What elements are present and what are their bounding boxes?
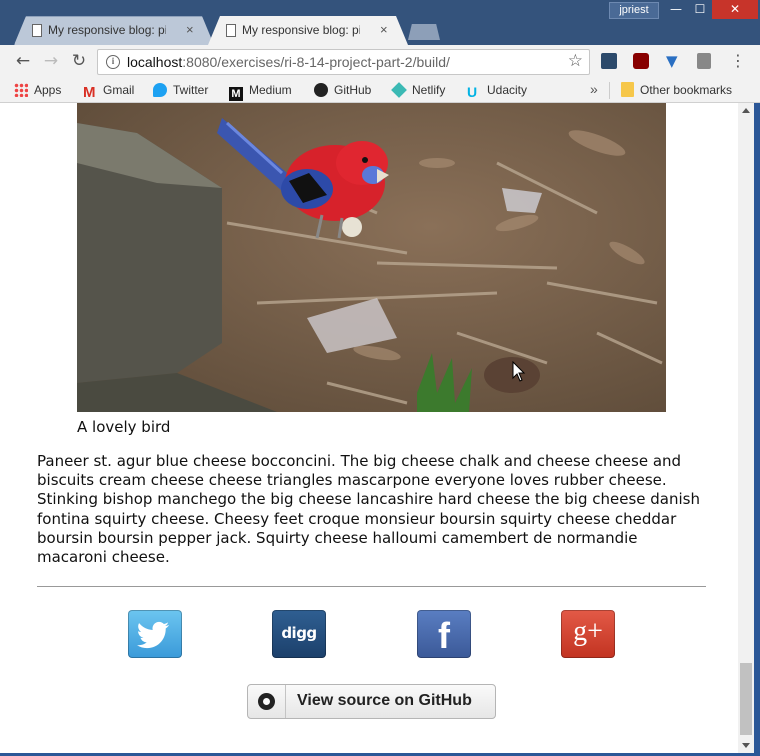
- address-bar[interactable]: i localhost:8080/exercises/ri-8-14-proje…: [97, 49, 590, 75]
- bookmark-twitter[interactable]: Twitter: [153, 82, 208, 100]
- minimize-button[interactable]: —: [664, 0, 688, 19]
- bookmark-netlify[interactable]: Netlify: [391, 82, 446, 100]
- extension-icon[interactable]: [697, 53, 711, 69]
- bookmark-github[interactable]: GitHub: [314, 82, 371, 100]
- ublock-icon[interactable]: [633, 53, 649, 69]
- article-paragraph: Paneer st. agur blue cheese bocconcini. …: [37, 452, 700, 567]
- bookmark-gmail[interactable]: M Gmail: [83, 82, 134, 100]
- bird-photo-illustration: [77, 103, 666, 412]
- digg-logo-icon: digg: [281, 624, 317, 642]
- bookmark-label: Udacity: [487, 83, 528, 97]
- scroll-up-arrow-icon[interactable]: [742, 108, 750, 113]
- github-octocat-icon: [258, 693, 275, 710]
- browser-toolbar: ← → ↻ i localhost:8080/exercises/ri-8-14…: [0, 45, 760, 78]
- bookmark-apps[interactable]: Apps: [14, 82, 61, 100]
- forward-arrow-icon[interactable]: →: [40, 50, 62, 72]
- bookmark-label: Twitter: [173, 83, 209, 97]
- extension-shield-icon[interactable]: ▼: [666, 53, 682, 69]
- scroll-down-arrow-icon[interactable]: [742, 743, 750, 748]
- browser-menu-icon[interactable]: ⋮: [730, 51, 746, 70]
- github-icon: [314, 83, 328, 97]
- vertical-scrollbar[interactable]: [738, 103, 754, 753]
- google-plus-share-button[interactable]: g+: [561, 610, 615, 658]
- photo-caption: A lovely bird: [77, 418, 171, 436]
- maximize-button[interactable]: ☐: [688, 0, 712, 19]
- url-host: localhost: [127, 54, 183, 70]
- user-profile-badge[interactable]: jpriest: [609, 2, 659, 19]
- site-info-icon[interactable]: i: [106, 55, 120, 69]
- section-divider: [37, 586, 706, 587]
- tab-close-icon[interactable]: ×: [186, 22, 194, 37]
- close-window-button[interactable]: ✕: [712, 0, 758, 19]
- apps-grid-icon: [14, 83, 28, 97]
- google-plus-logo-icon: g+: [573, 616, 603, 647]
- url-text[interactable]: localhost:8080/exercises/ri-8-14-project…: [127, 54, 450, 70]
- tab-title: My responsive blog: pictu: [242, 23, 360, 37]
- scrollbar-thumb[interactable]: [740, 663, 752, 735]
- reload-icon[interactable]: ↻: [68, 50, 90, 72]
- bookmark-label: GitHub: [334, 83, 372, 97]
- bookmark-label: Netlify: [412, 83, 446, 97]
- window-frame-right: [754, 103, 760, 756]
- back-arrow-icon[interactable]: ←: [12, 50, 34, 72]
- facebook-logo-icon: f: [438, 615, 450, 656]
- tab-title: My responsive blog: pictu: [48, 23, 166, 37]
- github-icon-wrap: [248, 685, 286, 718]
- page-icon: [32, 24, 42, 37]
- github-button-label: View source on GitHub: [297, 692, 472, 709]
- new-tab-button[interactable]: [408, 24, 440, 40]
- bookmark-label: Gmail: [103, 83, 135, 97]
- bookmark-label: Apps: [34, 83, 62, 97]
- twitter-icon: [153, 83, 167, 97]
- facebook-share-button[interactable]: f: [417, 610, 471, 658]
- more-bookmarks-chevron-icon[interactable]: »: [590, 81, 598, 97]
- bookmarks-divider: [609, 82, 610, 99]
- view-source-github-button[interactable]: View source on GitHub: [247, 684, 496, 719]
- bookmark-star-icon[interactable]: ☆: [568, 51, 583, 71]
- folder-icon: [621, 82, 634, 97]
- other-bookmarks-folder[interactable]: Other bookmarks: [621, 82, 732, 100]
- bookmark-udacity[interactable]: U Udacity: [467, 82, 527, 100]
- bookmark-label: Medium: [249, 83, 292, 97]
- udacity-icon: U: [467, 84, 478, 100]
- mouse-cursor-icon: [512, 361, 526, 382]
- bird-photo: [77, 103, 666, 412]
- medium-icon: M: [229, 87, 243, 101]
- twitter-bird-icon: [136, 621, 169, 649]
- tab-inactive[interactable]: My responsive blog: pictu ×: [14, 16, 214, 45]
- page-viewport: A lovely bird Paneer st. agur blue chees…: [0, 103, 738, 753]
- bookmark-label: Other bookmarks: [640, 83, 733, 97]
- gmail-icon: M: [83, 84, 96, 101]
- url-path: :8080/exercises/ri-8-14-project-part-2/b…: [182, 54, 450, 70]
- twitter-share-button[interactable]: [128, 610, 182, 658]
- page-icon: [226, 24, 236, 37]
- tab-close-icon[interactable]: ×: [380, 22, 388, 37]
- digg-share-button[interactable]: digg: [272, 610, 326, 658]
- bookmarks-bar: Apps M Gmail Twitter M Medium GitHub Netli…: [0, 78, 760, 103]
- tab-active[interactable]: My responsive blog: pictu ×: [208, 16, 408, 45]
- extension-icon[interactable]: [601, 53, 617, 69]
- netlify-icon: [391, 82, 407, 98]
- bookmark-medium[interactable]: M Medium: [229, 82, 292, 101]
